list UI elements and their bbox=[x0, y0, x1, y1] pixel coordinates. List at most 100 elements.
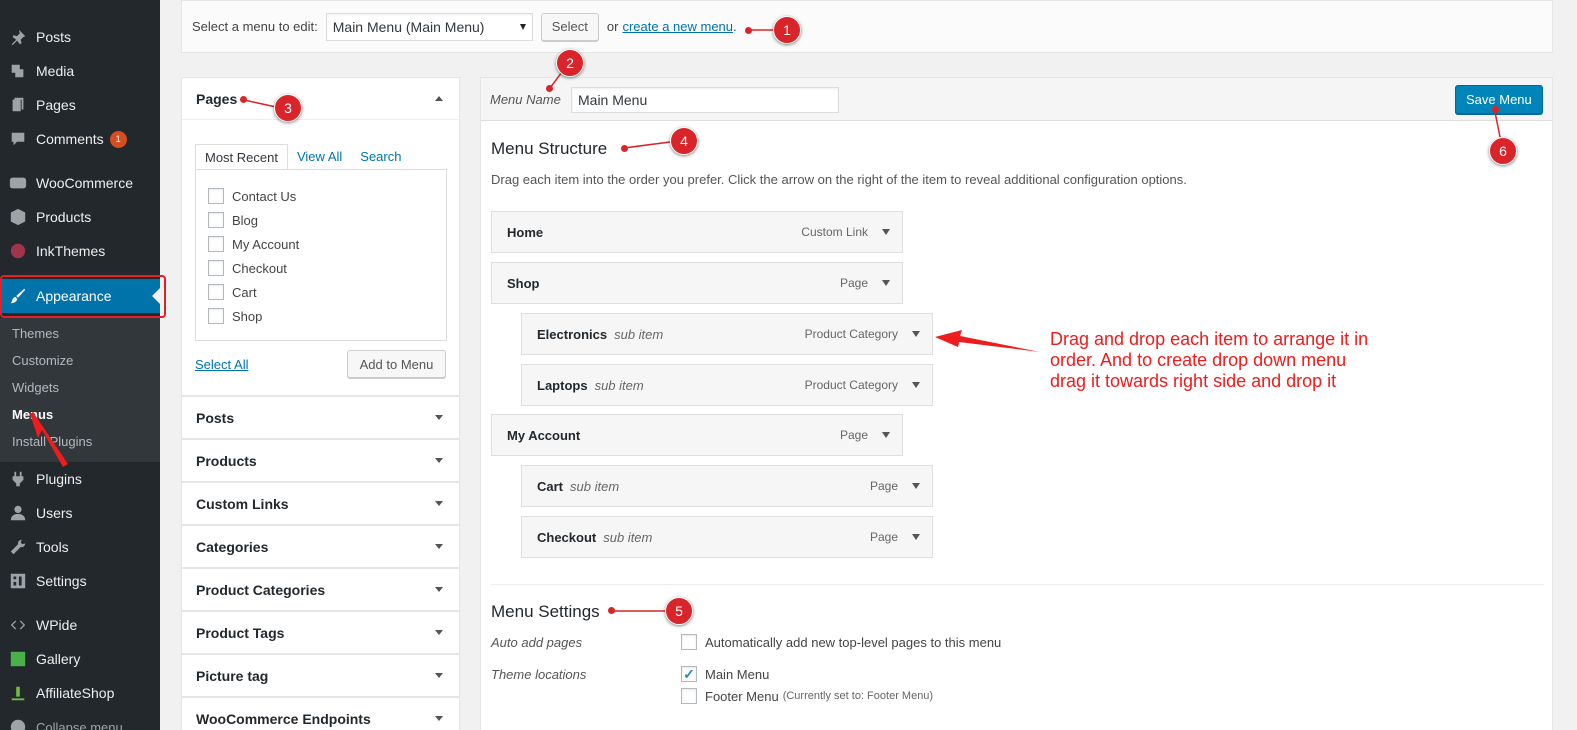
chevron-down-icon[interactable] bbox=[912, 331, 920, 337]
main-menu-checkbox[interactable]: ✓ bbox=[681, 666, 697, 682]
menu-select-dropdown[interactable]: Main Menu (Main Menu) bbox=[325, 12, 533, 41]
auto-add-checkbox[interactable] bbox=[681, 634, 697, 650]
submenu-item-customize[interactable]: Customize bbox=[12, 353, 73, 368]
annotation-callout-text: Drag and drop each item to arrange it in… bbox=[1050, 329, 1369, 391]
sidebar-item-tools[interactable]: Tools bbox=[0, 530, 160, 564]
sidebar-item-label: Users bbox=[36, 505, 73, 521]
pages-tabs: Most Recent View All Search bbox=[195, 144, 410, 170]
pages-meta-box: Pages Most Recent View All Search Contac… bbox=[181, 77, 460, 396]
admin-sidebar: Posts Media Pages Comments 1 WooCommerce… bbox=[0, 0, 166, 730]
list-item[interactable]: My Account bbox=[208, 236, 299, 252]
sidebar-item-affiliateshop[interactable]: AffiliateShop bbox=[0, 676, 160, 710]
chevron-down-icon[interactable] bbox=[882, 229, 890, 235]
menu-item-type: Page bbox=[869, 479, 898, 493]
chevron-down-icon[interactable] bbox=[912, 483, 920, 489]
annotation-dot bbox=[621, 145, 628, 152]
annotation-marker-3: 3 bbox=[274, 94, 302, 122]
code-icon bbox=[8, 615, 28, 635]
create-new-menu-link[interactable]: create a new menu bbox=[622, 19, 733, 34]
chevron-down-icon[interactable] bbox=[882, 280, 890, 286]
sidebar-item-label: Gallery bbox=[36, 651, 81, 667]
menu-item-my-account[interactable]: My Account Page bbox=[491, 414, 903, 456]
submenu-item-menus[interactable]: Menus bbox=[12, 407, 53, 422]
auto-add-pages-option[interactable]: Automatically add new top-level pages to… bbox=[681, 634, 1001, 650]
list-item[interactable]: Checkout bbox=[208, 260, 287, 276]
sidebar-item-users[interactable]: Users bbox=[0, 496, 160, 530]
accordion-product-categories[interactable]: Product Categories bbox=[181, 568, 460, 611]
chevron-down-icon[interactable] bbox=[912, 534, 920, 540]
checkmark-icon: ✓ bbox=[683, 666, 695, 682]
page-label: Cart bbox=[232, 284, 257, 300]
submenu-item-widgets[interactable]: Widgets bbox=[12, 380, 59, 395]
select-all-link[interactable]: Select All bbox=[195, 357, 248, 372]
location-main-menu-option[interactable]: ✓ Main Menu bbox=[681, 666, 769, 682]
sidebar-item-woocommerce[interactable]: WooCommerce bbox=[0, 166, 160, 200]
accordion-label: Posts bbox=[196, 409, 235, 426]
chevron-up-icon[interactable] bbox=[435, 96, 443, 101]
accordion-picture-tag[interactable]: Picture tag bbox=[181, 654, 460, 697]
sidebar-item-wpide[interactable]: WPide bbox=[0, 608, 160, 642]
sidebar-item-posts[interactable]: Posts bbox=[0, 20, 160, 54]
accordion-posts[interactable]: Posts bbox=[181, 396, 460, 439]
menu-item-electronics[interactable]: Electronics sub item Product Category bbox=[521, 313, 933, 355]
tab-most-recent[interactable]: Most Recent bbox=[195, 144, 288, 170]
accordion-products[interactable]: Products bbox=[181, 439, 460, 482]
collapse-menu-button[interactable]: Collapse menu bbox=[0, 710, 160, 730]
checkbox[interactable] bbox=[208, 236, 224, 252]
sidebar-item-products[interactable]: Products bbox=[0, 200, 160, 234]
sidebar-item-comments[interactable]: Comments 1 bbox=[0, 122, 160, 156]
menu-item-home[interactable]: Home Custom Link bbox=[491, 211, 903, 253]
accordion-woocommerce-endpoints[interactable]: WooCommerce Endpoints bbox=[181, 697, 460, 730]
menu-item-checkout[interactable]: Checkout sub item Page bbox=[521, 516, 933, 558]
sidebar-item-media[interactable]: Media bbox=[0, 54, 160, 88]
location-footer-note: (Currently set to: Footer Menu) bbox=[782, 690, 934, 702]
appearance-submenu: Themes Customize Widgets Menus Install P… bbox=[0, 318, 160, 462]
location-footer-menu-option[interactable]: Footer Menu (Currently set to: Footer Me… bbox=[681, 688, 933, 704]
page-label: My Account bbox=[232, 236, 300, 252]
submenu-item-install-plugins[interactable]: Install Plugins bbox=[12, 434, 92, 449]
sidebar-item-inkthemes[interactable]: InkThemes bbox=[0, 234, 160, 268]
list-item[interactable]: Cart bbox=[208, 284, 257, 300]
checkbox[interactable] bbox=[208, 188, 224, 204]
list-item[interactable]: Shop bbox=[208, 308, 262, 324]
add-to-menu-button[interactable]: Add to Menu bbox=[347, 350, 446, 378]
menu-item-laptops[interactable]: Laptops sub item Product Category bbox=[521, 364, 933, 406]
list-item[interactable]: Contact Us bbox=[208, 188, 296, 204]
sidebar-item-label: Pages bbox=[36, 97, 76, 113]
checkbox[interactable] bbox=[208, 284, 224, 300]
submenu-item-themes[interactable]: Themes bbox=[12, 326, 59, 341]
annotation-dot bbox=[1492, 106, 1499, 113]
chevron-down-icon[interactable] bbox=[912, 382, 920, 388]
select-button[interactable]: Select bbox=[540, 12, 599, 41]
page-label: Shop bbox=[232, 308, 263, 324]
accordion-categories[interactable]: Categories bbox=[181, 525, 460, 568]
sidebar-item-settings[interactable]: Settings bbox=[0, 564, 160, 598]
sidebar-item-gallery[interactable]: Gallery bbox=[0, 642, 160, 676]
sidebar-item-plugins[interactable]: Plugins bbox=[0, 462, 160, 496]
menu-item-shop[interactable]: Shop Page bbox=[491, 262, 903, 304]
sidebar-item-pages[interactable]: Pages bbox=[0, 88, 160, 122]
tab-view-all[interactable]: View All bbox=[288, 144, 351, 170]
settings-icon bbox=[8, 571, 28, 591]
checkbox[interactable] bbox=[208, 260, 224, 276]
accordion-product-tags[interactable]: Product Tags bbox=[181, 611, 460, 654]
annotation-marker-2: 2 bbox=[556, 49, 584, 77]
accordion-custom-links[interactable]: Custom Links bbox=[181, 482, 460, 525]
checkbox[interactable] bbox=[208, 212, 224, 228]
menu-name-input[interactable] bbox=[571, 87, 839, 113]
menu-settings-title: Menu Settings bbox=[491, 602, 600, 621]
menu-item-sub-label: sub item bbox=[570, 478, 620, 494]
checkbox[interactable] bbox=[208, 308, 224, 324]
footer-menu-checkbox[interactable] bbox=[681, 688, 697, 704]
page-label: Contact Us bbox=[232, 188, 297, 204]
accordion-label: Product Tags bbox=[196, 624, 285, 641]
pages-icon bbox=[8, 95, 28, 115]
list-item[interactable]: Blog bbox=[208, 212, 258, 228]
menu-item-cart[interactable]: Cart sub item Page bbox=[521, 465, 933, 507]
pages-box-header[interactable]: Pages bbox=[182, 78, 459, 120]
chevron-down-icon[interactable] bbox=[882, 432, 890, 438]
sidebar-item-label: Plugins bbox=[36, 471, 82, 487]
tab-search[interactable]: Search bbox=[351, 144, 410, 170]
menu-item-title: Electronics bbox=[537, 326, 608, 342]
menu-edit-panel: Menu Name Save Menu Menu Structure Drag … bbox=[480, 77, 1553, 730]
